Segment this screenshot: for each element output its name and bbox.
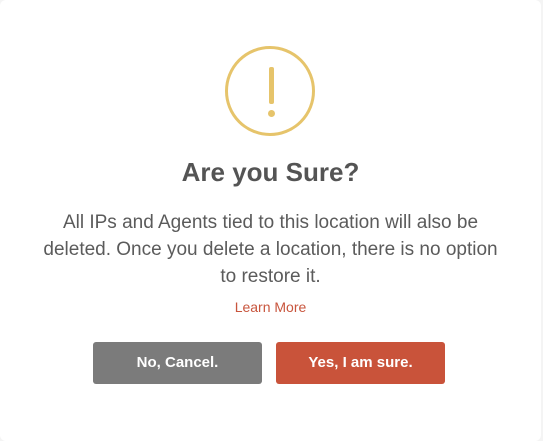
confirm-button[interactable]: Yes, I am sure. [276,342,445,384]
dialog-title: Are you Sure? [181,157,360,187]
exclamation-dot [268,110,275,117]
warning-icon [225,46,315,136]
cancel-button[interactable]: No, Cancel. [93,342,262,384]
confirm-delete-dialog: Are you Sure? All IPs and Agents tied to… [0,0,541,441]
learn-more-link[interactable]: Learn More [0,297,541,317]
dialog-message: All IPs and Agents tied to this location… [43,212,498,287]
exclamation-bar [269,67,274,104]
